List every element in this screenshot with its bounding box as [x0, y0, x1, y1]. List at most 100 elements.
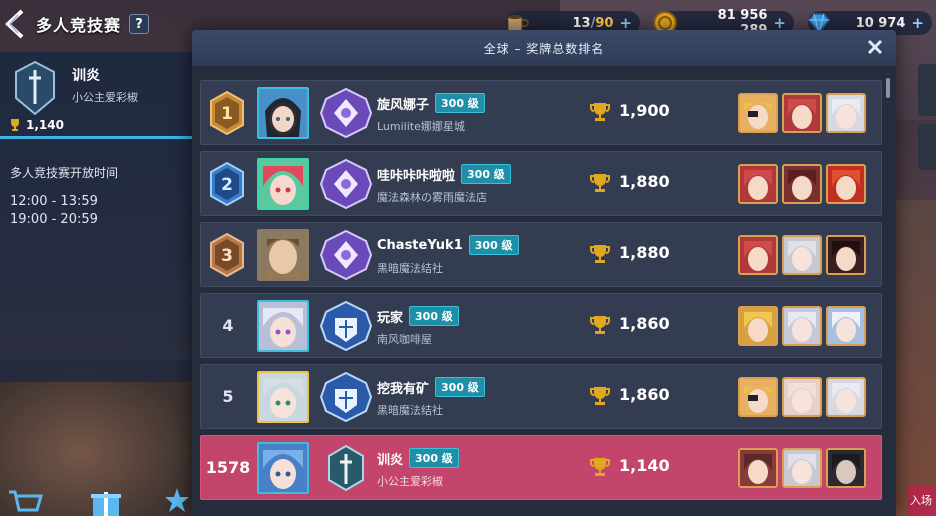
rank-emblem-purple-icon	[319, 229, 373, 281]
ranking-row[interactable]: 1 旋风娜子 300 级 Lumilite娜娜星城 1,900	[200, 80, 882, 145]
player-trophy-value: 1,140	[26, 118, 64, 132]
close-icon	[867, 39, 883, 55]
hero-portrait[interactable]	[826, 93, 866, 133]
hero-portrait[interactable]	[782, 164, 822, 204]
trophy-icon	[11, 119, 19, 131]
side-card[interactable]	[918, 124, 936, 170]
ranking-modal: 全球 – 奖牌总数排名 1 旋风娜子 300 级 Lumilite娜娜星城 1,9…	[192, 30, 896, 516]
level-badge: 300 级	[409, 306, 459, 326]
shop-button[interactable]	[6, 486, 46, 516]
team-lineup	[738, 448, 866, 488]
player-avatar[interactable]	[257, 442, 309, 494]
my-ranking-row[interactable]: 1578 训炎 300 级 小公主爱彩椒 1,140	[200, 435, 882, 500]
hero-portrait[interactable]	[738, 93, 778, 133]
player-avatar[interactable]	[257, 300, 309, 352]
rank-badge-silver-icon: 2	[209, 161, 245, 207]
ranking-row[interactable]: 5 挖我有矿 300 级 黑暗魔法结社 1,860	[200, 364, 882, 429]
page-title: 多人竞技赛	[36, 16, 122, 35]
rank-emblem-purple-icon	[319, 158, 373, 210]
help-button[interactable]: ?	[129, 14, 150, 34]
player-guild: 小公主爱彩椒	[377, 475, 443, 488]
rank-emblem-blue-icon	[319, 371, 373, 423]
hero-portrait[interactable]	[782, 448, 822, 488]
player-guild: 魔法森林の雾雨魔法店	[377, 191, 487, 204]
rank-badge-gold-icon: 1	[209, 90, 245, 136]
player-name: 挖我有矿	[377, 381, 430, 397]
modal-header: 全球 – 奖牌总数排名	[192, 30, 896, 66]
player-trophies: 1,140	[8, 118, 64, 132]
score: 1,880	[619, 172, 670, 191]
player-panel: 训炎 小公主爱彩椒 1,140 多人竞技赛开放时间 12:00 - 13:59 …	[0, 52, 192, 382]
score: 1,860	[619, 385, 670, 404]
enter-button[interactable]: 入场	[908, 486, 936, 516]
open-time-slot-2: 19:00 - 20:59	[10, 212, 98, 227]
side-card[interactable]	[918, 64, 936, 116]
player-name: 哇咔咔咔啦啦	[377, 168, 456, 184]
sword-emblem-icon	[319, 442, 373, 494]
team-lineup	[738, 164, 866, 204]
hero-portrait[interactable]	[826, 164, 866, 204]
close-button[interactable]	[864, 36, 886, 58]
player-avatar[interactable]	[257, 87, 309, 139]
hero-portrait[interactable]	[826, 306, 866, 346]
modal-title: 全球 – 奖牌总数排名	[483, 41, 605, 56]
hero-portrait[interactable]	[738, 306, 778, 346]
score: 1,860	[619, 314, 670, 333]
chevron-left-icon	[5, 9, 24, 39]
team-lineup	[738, 93, 866, 133]
gift-icon	[91, 492, 121, 516]
player-avatar[interactable]	[257, 229, 309, 281]
trophy-icon	[589, 314, 611, 336]
hero-portrait[interactable]	[782, 377, 822, 417]
scrollbar[interactable]	[886, 78, 890, 98]
trophy-icon	[589, 385, 611, 407]
ranking-button[interactable]	[162, 486, 192, 516]
hero-portrait[interactable]	[782, 235, 822, 275]
gift-button[interactable]	[86, 486, 126, 516]
level-badge: 300 级	[409, 448, 459, 468]
star-icon	[165, 488, 189, 512]
rank-emblem-purple-icon	[319, 87, 373, 139]
player-avatar[interactable]	[257, 158, 309, 210]
diamond-add-button[interactable]: +	[911, 14, 924, 32]
player-guild: 黑暗魔法结社	[377, 404, 443, 417]
rank-number: 5	[222, 387, 234, 406]
hero-portrait[interactable]	[738, 448, 778, 488]
player-name: 玩家	[377, 310, 404, 326]
hero-portrait[interactable]	[782, 306, 822, 346]
hero-portrait[interactable]	[738, 235, 778, 275]
rank-badge-bronze-icon: 3	[209, 232, 245, 278]
back-button[interactable]	[0, 6, 30, 42]
trophy-icon	[589, 101, 611, 123]
player-guild: Lumilite娜娜星城	[377, 120, 465, 133]
trophy-icon	[589, 456, 611, 478]
player-guild: 小公主爱彩椒	[72, 91, 138, 104]
top-bar: 多人竞技赛 ?	[0, 6, 150, 42]
hero-portrait[interactable]	[826, 235, 866, 275]
player-guild: 黑暗魔法结社	[377, 262, 443, 275]
score: 1,880	[619, 243, 670, 262]
hero-portrait[interactable]	[738, 164, 778, 204]
team-lineup	[738, 306, 866, 346]
trophy-icon	[589, 172, 611, 194]
ranking-row[interactable]: 2 哇咔咔咔啦啦 300 级 魔法森林の雾雨魔法店 1,880	[200, 151, 882, 216]
stamina-max: 90	[595, 15, 614, 31]
player-avatar[interactable]	[257, 371, 309, 423]
level-badge: 300 级	[468, 235, 519, 255]
ranking-row[interactable]: 4 玩家 300 级 南风咖啡屋 1,860	[200, 293, 882, 358]
rank-number: 1578	[205, 458, 251, 477]
hero-portrait[interactable]	[826, 448, 866, 488]
shopping-cart-icon	[9, 490, 43, 512]
hero-portrait[interactable]	[826, 377, 866, 417]
rank-number: 3	[221, 246, 233, 266]
score: 1,900	[619, 101, 670, 120]
open-time-slot-1: 12:00 - 13:59	[10, 194, 98, 209]
ranking-row[interactable]: 3 ChasteYuk1 300 级 黑暗魔法结社 1,880	[200, 222, 882, 287]
player-name: 训炎	[377, 452, 404, 468]
hero-portrait[interactable]	[782, 93, 822, 133]
ranking-list: 1 旋风娜子 300 级 Lumilite娜娜星城 1,900 2 哇咔咔咔啦啦…	[200, 80, 882, 506]
level-badge: 300 级	[435, 93, 485, 113]
rank-number: 1	[221, 104, 233, 124]
hero-portrait[interactable]	[738, 377, 778, 417]
rank-emblem-blue-icon	[319, 300, 373, 352]
